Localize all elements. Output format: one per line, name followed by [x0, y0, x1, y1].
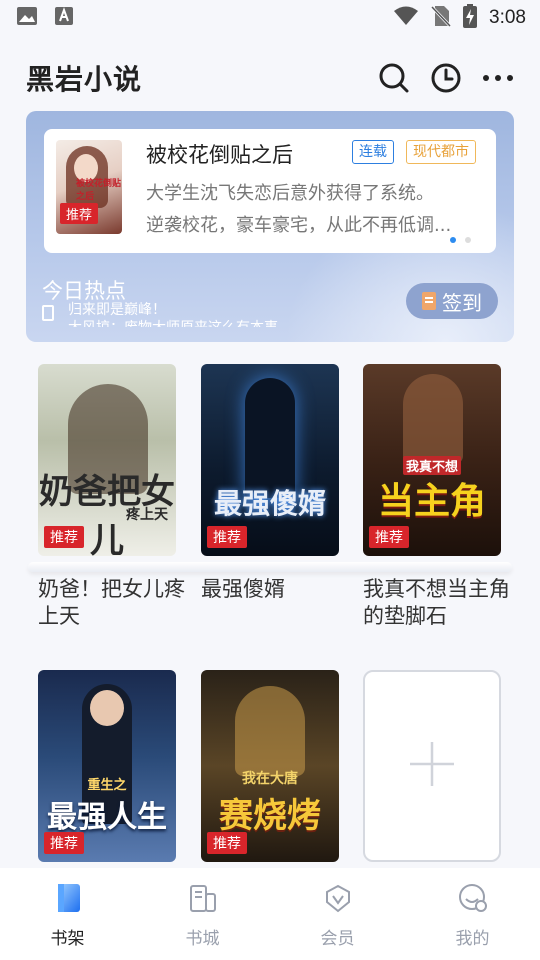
- book-item[interactable]: 我真不想 当主角 推荐 我真不想当主角的垫脚石: [363, 364, 510, 628]
- book-title[interactable]: 最强傻婿: [201, 576, 351, 603]
- recommend-badge: 推荐: [369, 526, 409, 548]
- book-cover-title: 当主角: [377, 481, 486, 522]
- status-time: 3:08: [489, 7, 526, 28]
- pager-dot-active: [450, 237, 456, 243]
- book-cover[interactable]: 我在大唐 赛烧烤 推荐: [201, 670, 339, 862]
- book-item[interactable]: 最强傻婿 推荐 最强傻婿: [201, 364, 339, 601]
- sign-in-button[interactable]: 签到: [406, 283, 498, 319]
- book-cover[interactable]: 最强傻婿 推荐: [201, 364, 339, 556]
- vip-icon: [322, 882, 354, 918]
- book-cover-title: 最强人生: [47, 800, 167, 835]
- book-cover-subtitle: 我在大唐: [242, 771, 298, 787]
- profile-icon: [457, 882, 489, 918]
- notification-a-icon: [54, 6, 74, 30]
- genre-tag: 现代都市: [406, 140, 476, 164]
- book-cover-subtitle: 重生之: [87, 778, 127, 793]
- app-header: 黑岩小说: [0, 50, 540, 106]
- tab-profile[interactable]: 我的: [405, 868, 540, 960]
- book-cover-title: 赛烧烤: [219, 796, 321, 836]
- recommend-badge: 推荐: [44, 832, 84, 854]
- book-cover[interactable]: 我真不想 当主角 推荐: [363, 364, 501, 556]
- app-title: 黑岩小说: [26, 63, 143, 96]
- status-tag: 连载: [352, 140, 394, 164]
- book-cover-subtitle: 疼上天: [126, 507, 168, 523]
- tab-profile-label: 我的: [455, 929, 490, 949]
- book-item[interactable]: 我在大唐 赛烧烤 推荐: [201, 670, 339, 862]
- banner: 被校花倒贴之后 推荐 被校花倒贴之后 连载 现代都市 大学生沈飞失恋后意外获得了…: [26, 111, 514, 342]
- hot-topic-line1[interactable]: 归来即是巅峰！: [68, 299, 166, 319]
- book-cover-title: 最强傻婿: [213, 487, 326, 520]
- featured-book-cover[interactable]: 被校花倒贴之后 推荐: [56, 140, 122, 234]
- carousel-pager: [450, 237, 471, 243]
- recommend-badge: 推荐: [207, 526, 247, 548]
- search-icon[interactable]: [378, 62, 410, 94]
- tab-bookstore-label: 书城: [185, 929, 220, 949]
- book-item[interactable]: 奶爸把女儿 疼上天 推荐 奶爸！把女儿疼上天: [38, 364, 185, 628]
- book-cover[interactable]: 重生之 最强人生 推荐: [38, 670, 176, 862]
- hot-list-icon: [42, 305, 54, 321]
- tab-vip[interactable]: 会员: [270, 868, 405, 960]
- wifi-icon: [393, 6, 419, 30]
- bookshelf-icon: [52, 882, 84, 918]
- featured-cover-title: 被校花倒贴之后: [76, 179, 122, 202]
- featured-book-title: 被校花倒贴之后: [146, 143, 293, 167]
- book-title[interactable]: 我真不想当主角的垫脚石: [363, 576, 513, 630]
- featured-cover-badge: 推荐: [60, 203, 99, 224]
- status-bar: 3:08: [0, 0, 540, 36]
- hot-topic-line2[interactable]: 大风掠：废物大师原来这么有本事: [68, 317, 278, 327]
- no-sim-icon: [430, 5, 452, 31]
- plus-icon: [408, 740, 456, 792]
- book-title[interactable]: 奶爸！把女儿疼上天: [38, 576, 188, 630]
- tab-bookstore[interactable]: 书城: [135, 868, 270, 960]
- tab-vip-label: 会员: [320, 929, 355, 949]
- shelf-divider: [28, 562, 512, 572]
- battery-charging-icon: [463, 4, 478, 32]
- bookstore-icon: [187, 882, 219, 918]
- recommend-badge: 推荐: [44, 526, 84, 548]
- tab-bookshelf-label: 书架: [50, 929, 85, 949]
- image-icon: [16, 6, 38, 30]
- featured-book-card[interactable]: 被校花倒贴之后 推荐 被校花倒贴之后 连载 现代都市 大学生沈飞失恋后意外获得了…: [44, 129, 496, 253]
- bottom-nav: 书架 书城 会员 我的: [0, 868, 540, 960]
- featured-desc-line2: 逆袭校花，豪车豪宅，从此不再低调...: [146, 215, 452, 236]
- book-item[interactable]: 重生之 最强人生 推荐: [38, 670, 176, 862]
- sign-in-label: 签到: [442, 290, 482, 315]
- pager-dot: [465, 237, 471, 243]
- featured-desc-line1: 大学生沈飞失恋后意外获得了系统。: [146, 183, 434, 204]
- more-icon[interactable]: [482, 62, 514, 94]
- history-clock-icon[interactable]: [430, 62, 462, 94]
- book-cover[interactable]: 奶爸把女儿 疼上天 推荐: [38, 364, 176, 556]
- add-book-button[interactable]: [363, 670, 501, 862]
- tab-bookshelf[interactable]: 书架: [0, 868, 135, 960]
- recommend-badge: 推荐: [207, 832, 247, 854]
- sign-in-icon: [422, 292, 436, 310]
